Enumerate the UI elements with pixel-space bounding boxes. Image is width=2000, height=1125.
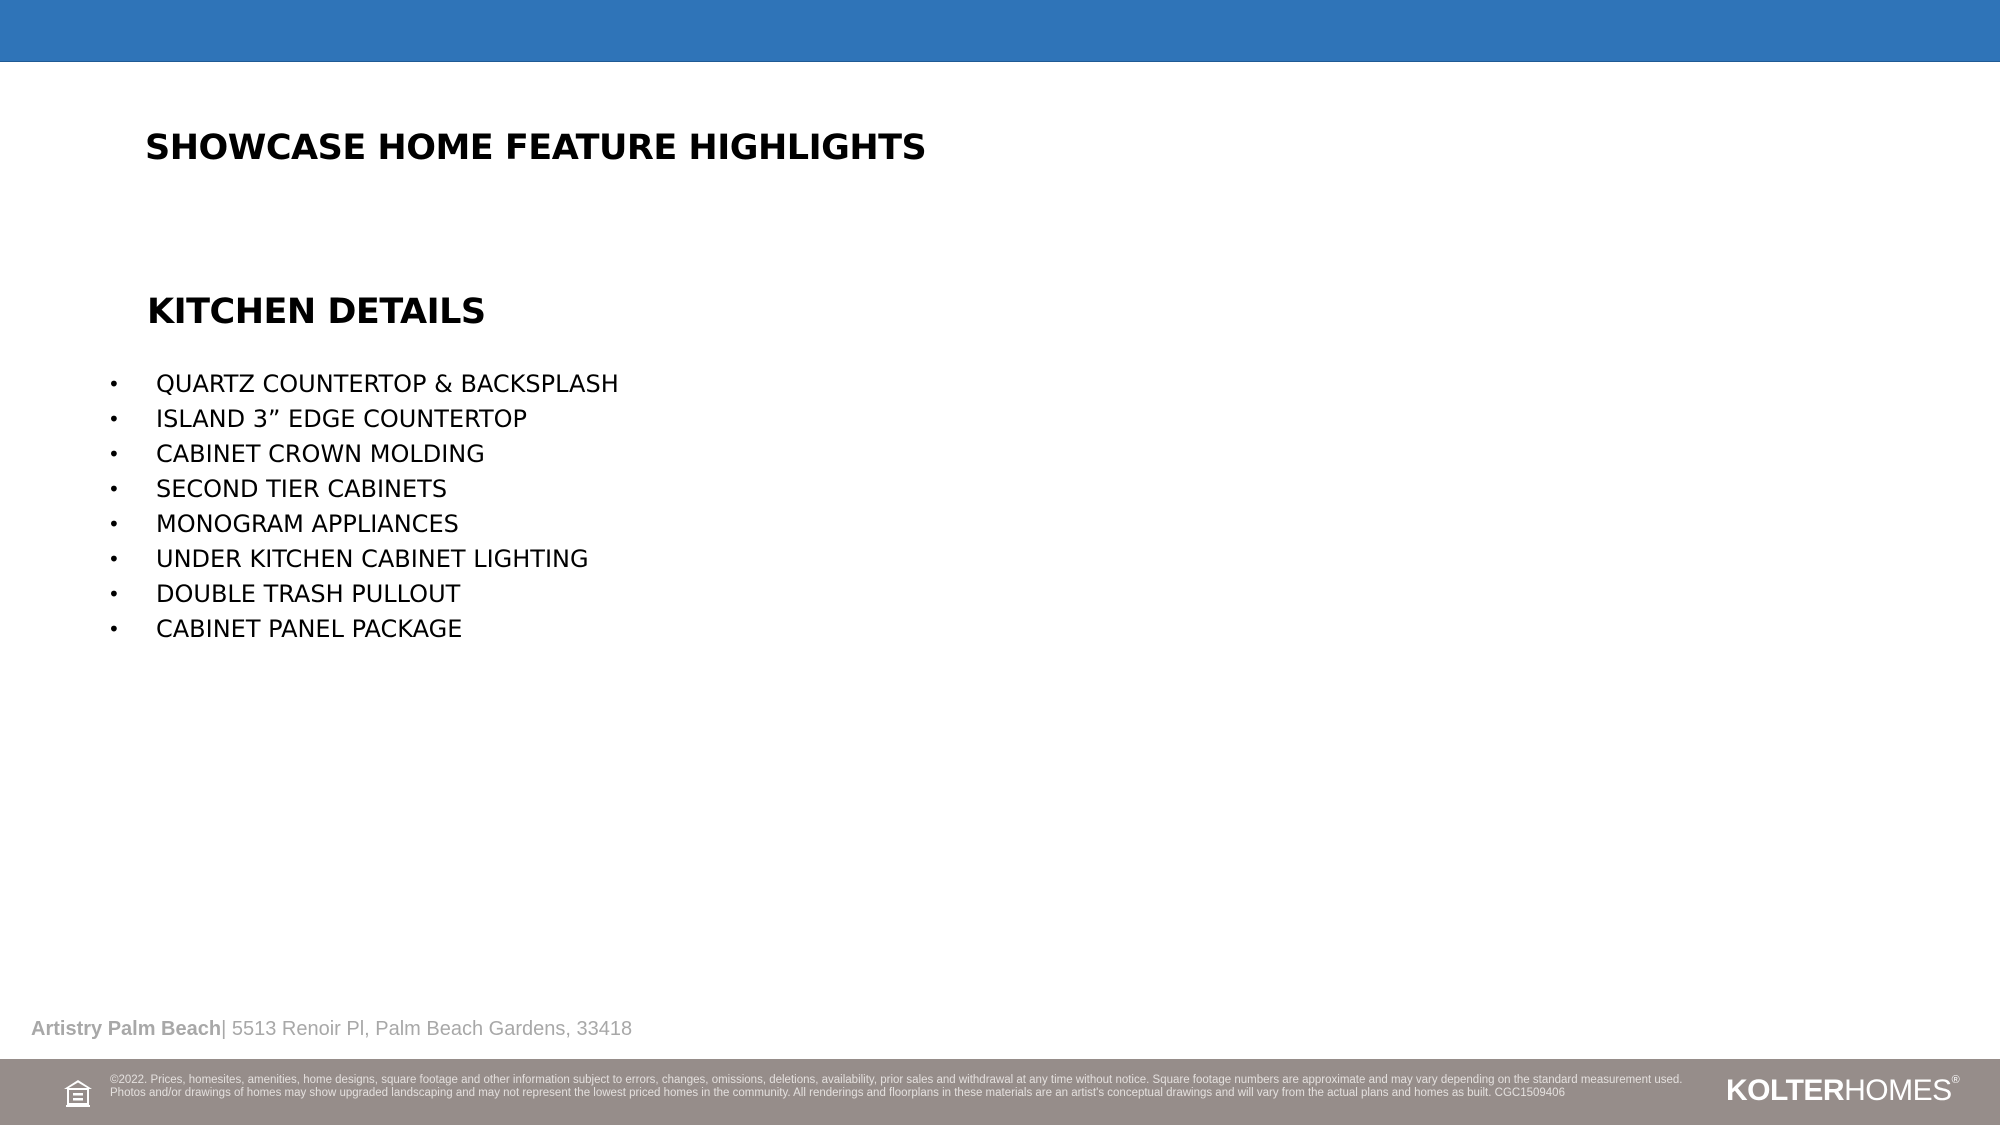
list-item: • MONOGRAM APPLIANCES	[108, 506, 619, 541]
feature-text: CABINET PANEL PACKAGE	[156, 614, 463, 643]
feature-text: DOUBLE TRASH PULLOUT	[156, 579, 461, 608]
feature-list: • QUARTZ COUNTERTOP & BACKSPLASH • ISLAN…	[108, 366, 619, 646]
list-item: • UNDER KITCHEN CABINET LIGHTING	[108, 541, 619, 576]
bullet: •	[108, 476, 120, 501]
brand-bold-text: KOLTER	[1726, 1074, 1845, 1107]
bullet: •	[108, 406, 120, 431]
feature-text: MONOGRAM APPLIANCES	[156, 509, 459, 538]
bullet: •	[108, 546, 120, 571]
list-item: • QUARTZ COUNTERTOP & BACKSPLASH	[108, 366, 619, 401]
list-item: • ISLAND 3” EDGE COUNTERTOP	[108, 401, 619, 436]
feature-text: ISLAND 3” EDGE COUNTERTOP	[156, 404, 528, 433]
feature-text: SECOND TIER CABINETS	[156, 474, 448, 503]
top-banner	[0, 0, 2000, 62]
brand-light-text: HOMES	[1844, 1074, 1952, 1107]
bullet: •	[108, 581, 120, 606]
section-title: KITCHEN DETAILS	[147, 292, 486, 332]
feature-text: QUARTZ COUNTERTOP & BACKSPLASH	[156, 369, 619, 398]
slide: SHOWCASE HOME FEATURE HIGHLIGHTS KITCHEN…	[0, 0, 2000, 1125]
community-name: Artistry Palm Beach	[31, 1018, 222, 1040]
list-item: • CABINET CROWN MOLDING	[108, 436, 619, 471]
bullet: •	[108, 371, 120, 396]
bullet: •	[108, 441, 120, 466]
list-item: • DOUBLE TRASH PULLOUT	[108, 576, 619, 611]
equal-housing-opportunity-icon	[64, 1080, 92, 1107]
community-address: Artistry Palm Beach| 5513 Renoir Pl, Pal…	[31, 1018, 632, 1041]
bullet: •	[108, 511, 120, 536]
kolter-homes-logo: KOLTERHOMES®	[1726, 1074, 1960, 1108]
registered-mark: ®	[1951, 1074, 1960, 1086]
feature-text: UNDER KITCHEN CABINET LIGHTING	[156, 544, 589, 573]
feature-text: CABINET CROWN MOLDING	[156, 439, 485, 468]
list-item: • CABINET PANEL PACKAGE	[108, 611, 619, 646]
page-title: SHOWCASE HOME FEATURE HIGHLIGHTS	[145, 128, 927, 168]
bullet: •	[108, 616, 120, 641]
legal-disclaimer: ©2022. Prices, homesites, amenities, hom…	[110, 1074, 1683, 1099]
list-item: • SECOND TIER CABINETS	[108, 471, 619, 506]
address-text: | 5513 Renoir Pl, Palm Beach Gardens, 33…	[221, 1018, 633, 1040]
